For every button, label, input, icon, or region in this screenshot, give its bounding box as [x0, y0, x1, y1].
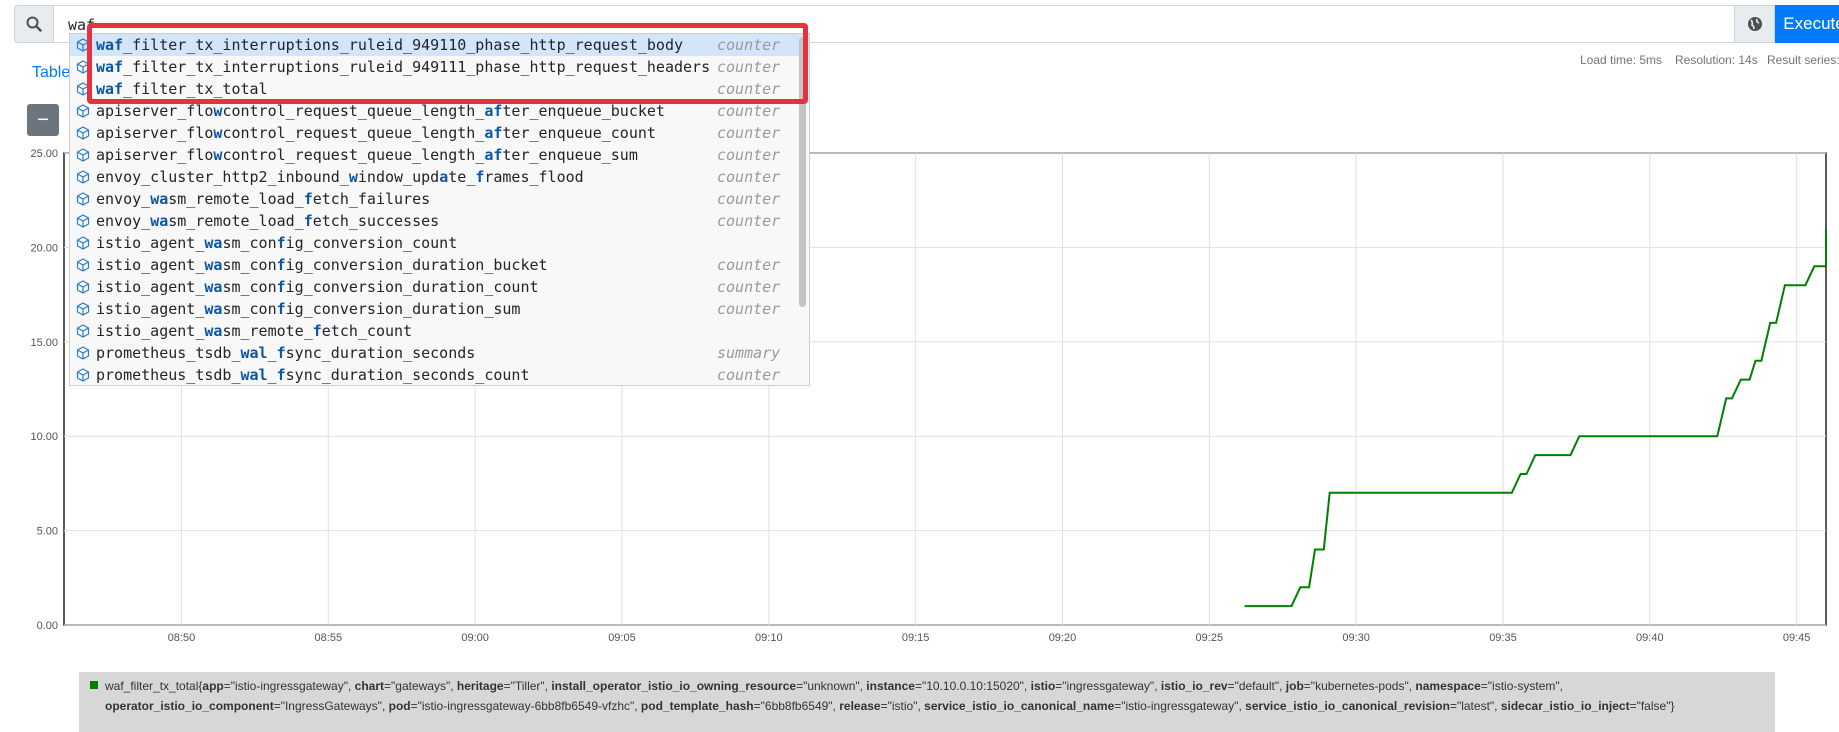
metric-cube-icon: [76, 236, 90, 250]
autocomplete-item[interactable]: istio_agent_wasm_remote_fetch_count: [70, 320, 809, 342]
metric-cube-icon: [76, 302, 90, 316]
metric-cube-icon: [76, 38, 90, 52]
autocomplete-item[interactable]: apiserver_flowcontrol_request_queue_leng…: [70, 100, 809, 122]
autocomplete-item-label: istio_agent_wasm_remote_fetch_count: [96, 322, 413, 340]
x-tick-label: 09:20: [1049, 632, 1077, 644]
autocomplete-item[interactable]: istio_agent_wasm_config_conversion_count: [70, 232, 809, 254]
globe-icon: [1747, 17, 1762, 31]
autocomplete-item-label: apiserver_flowcontrol_request_queue_leng…: [96, 124, 656, 142]
autocomplete-item-type: counter: [717, 190, 781, 208]
autocomplete-item[interactable]: waf_filter_tx_interruptions_ruleid_94911…: [70, 56, 809, 78]
autocomplete-item[interactable]: envoy_wasm_remote_load_fetch_successes co…: [70, 210, 809, 232]
autocomplete-item-label: istio_agent_wasm_config_conversion_durat…: [96, 278, 539, 296]
autocomplete-item[interactable]: prometheus_tsdb_wal_fsync_duration_secon…: [70, 364, 809, 385]
autocomplete-item-type: counter: [717, 80, 781, 98]
autocomplete-item-label: waf_filter_tx_total: [96, 80, 268, 98]
autocomplete-item-type: counter: [717, 124, 781, 142]
autocomplete-item-type: counter: [717, 300, 781, 318]
autocomplete-item-type: counter: [717, 168, 781, 186]
autocomplete-item-label: prometheus_tsdb_wal_fsync_duration_secon…: [96, 366, 530, 384]
autocomplete-item-label: waf_filter_tx_interruptions_ruleid_94911…: [96, 58, 711, 76]
series-line: [1244, 228, 1827, 608]
x-tick-label: 09:15: [902, 632, 930, 644]
metric-cube-icon: [76, 60, 90, 74]
autocomplete-item-label: envoy_cluster_http2_inbound_window_updat…: [96, 168, 584, 186]
autocomplete-item-type: counter: [717, 58, 781, 76]
autocomplete-item-label: istio_agent_wasm_config_conversion_durat…: [96, 300, 521, 318]
legend-swatch: [90, 681, 98, 689]
y-tick-label: 5.00: [37, 526, 58, 538]
metric-cube-icon: [76, 148, 90, 162]
metric-cube-icon: [76, 126, 90, 140]
metrics-explorer-button[interactable]: [1735, 5, 1775, 43]
autocomplete-item[interactable]: istio_agent_wasm_config_conversion_durat…: [70, 298, 809, 320]
autocomplete-item-label: envoy_wasm_remote_load_fetch_failures: [96, 190, 431, 208]
x-tick-label: 09:05: [608, 632, 636, 644]
y-axis: 0.00 5.00 10.00 15.00 20.00 25.00: [30, 148, 58, 632]
autocomplete-item-type: counter: [717, 366, 781, 384]
result-series: Result series:: [1767, 53, 1839, 67]
y-tick-label: 20.00: [30, 242, 58, 254]
autocomplete-item-type: counter: [717, 256, 781, 274]
autocomplete-item-label: istio_agent_wasm_config_conversion_count: [96, 234, 458, 252]
graph-series: [1244, 228, 1827, 608]
tab-table[interactable]: Table: [32, 64, 70, 82]
y-tick-label: 25.00: [30, 148, 58, 160]
autocomplete-item-type: counter: [717, 278, 781, 296]
autocomplete-item-label: prometheus_tsdb_wal_fsync_duration_secon…: [96, 344, 476, 362]
autocomplete-item[interactable]: istio_agent_wasm_config_conversion_durat…: [70, 276, 809, 298]
autocomplete-item-label: apiserver_flowcontrol_request_queue_leng…: [96, 146, 638, 164]
x-tick-label: 09:25: [1196, 632, 1224, 644]
legend-series-label: waf_filter_tx_total{app="istio-ingressga…: [105, 679, 1675, 713]
autocomplete-item[interactable]: apiserver_flowcontrol_request_queue_leng…: [70, 122, 809, 144]
metric-cube-icon: [76, 280, 90, 294]
x-tick-label: 08:55: [315, 632, 343, 644]
metric-cube-icon: [76, 214, 90, 228]
autocomplete-dropdown: waf_filter_tx_interruptions_ruleid_94911…: [69, 33, 810, 386]
metric-cube-icon: [76, 324, 90, 338]
x-axis: 08:50 08:55 09:00 09:05 09:10 09:15 09:20 09:25…: [168, 632, 1811, 644]
autocomplete-item-label: apiserver_flowcontrol_request_queue_leng…: [96, 102, 665, 120]
x-tick-label: 09:30: [1342, 632, 1370, 644]
x-tick-label: 09:45: [1783, 632, 1811, 644]
autocomplete-item-type: counter: [717, 36, 781, 54]
search-button[interactable]: [14, 5, 54, 43]
collapse-range-button[interactable]: −: [27, 104, 59, 136]
x-tick-label: 08:50: [168, 632, 196, 644]
autocomplete-item[interactable]: prometheus_tsdb_wal_fsync_duration_secon…: [70, 342, 809, 364]
autocomplete-item[interactable]: waf_filter_tx_interruptions_ruleid_94911…: [70, 34, 809, 56]
x-tick-label: 09:00: [461, 632, 489, 644]
autocomplete-item-type: counter: [717, 146, 781, 164]
x-tick-label: 09:40: [1636, 632, 1664, 644]
autocomplete-item-label: envoy_wasm_remote_load_fetch_successes: [96, 212, 440, 230]
autocomplete-item-type: counter: [717, 102, 781, 120]
autocomplete-item[interactable]: waf_filter_tx_total counter: [70, 78, 809, 100]
y-tick-label: 0.00: [37, 620, 58, 632]
metric-cube-icon: [76, 368, 90, 382]
series-legend[interactable]: waf_filter_tx_total{app="istio-ingressga…: [79, 672, 1775, 732]
metric-cube-icon: [76, 346, 90, 360]
autocomplete-item-type: summary: [717, 344, 781, 362]
autocomplete-scrollbar[interactable]: [799, 37, 806, 307]
y-tick-label: 10.00: [30, 431, 58, 443]
autocomplete-item[interactable]: envoy_wasm_remote_load_fetch_failures cou…: [70, 188, 809, 210]
autocomplete-item-type: counter: [717, 212, 781, 230]
load-time: Load time: 5ms: [1580, 53, 1663, 67]
metric-cube-icon: [76, 258, 90, 272]
metric-cube-icon: [76, 104, 90, 118]
autocomplete-item-label: istio_agent_wasm_config_conversion_durat…: [96, 256, 548, 274]
search-icon: [26, 16, 42, 32]
execute-button[interactable]: Execute: [1775, 5, 1839, 43]
metric-cube-icon: [76, 170, 90, 184]
autocomplete-item[interactable]: envoy_cluster_http2_inbound_window_updat…: [70, 166, 809, 188]
x-tick-label: 09:35: [1489, 632, 1517, 644]
resolution: Resolution: 14s: [1675, 53, 1758, 67]
autocomplete-item-label: waf_filter_tx_interruptions_ruleid_94911…: [96, 36, 684, 54]
x-tick-label: 09:10: [755, 632, 783, 644]
y-tick-label: 15.00: [30, 337, 58, 349]
autocomplete-item[interactable]: istio_agent_wasm_config_conversion_durat…: [70, 254, 809, 276]
metric-cube-icon: [76, 82, 90, 96]
autocomplete-item[interactable]: apiserver_flowcontrol_request_queue_leng…: [70, 144, 809, 166]
metric-cube-icon: [76, 192, 90, 206]
